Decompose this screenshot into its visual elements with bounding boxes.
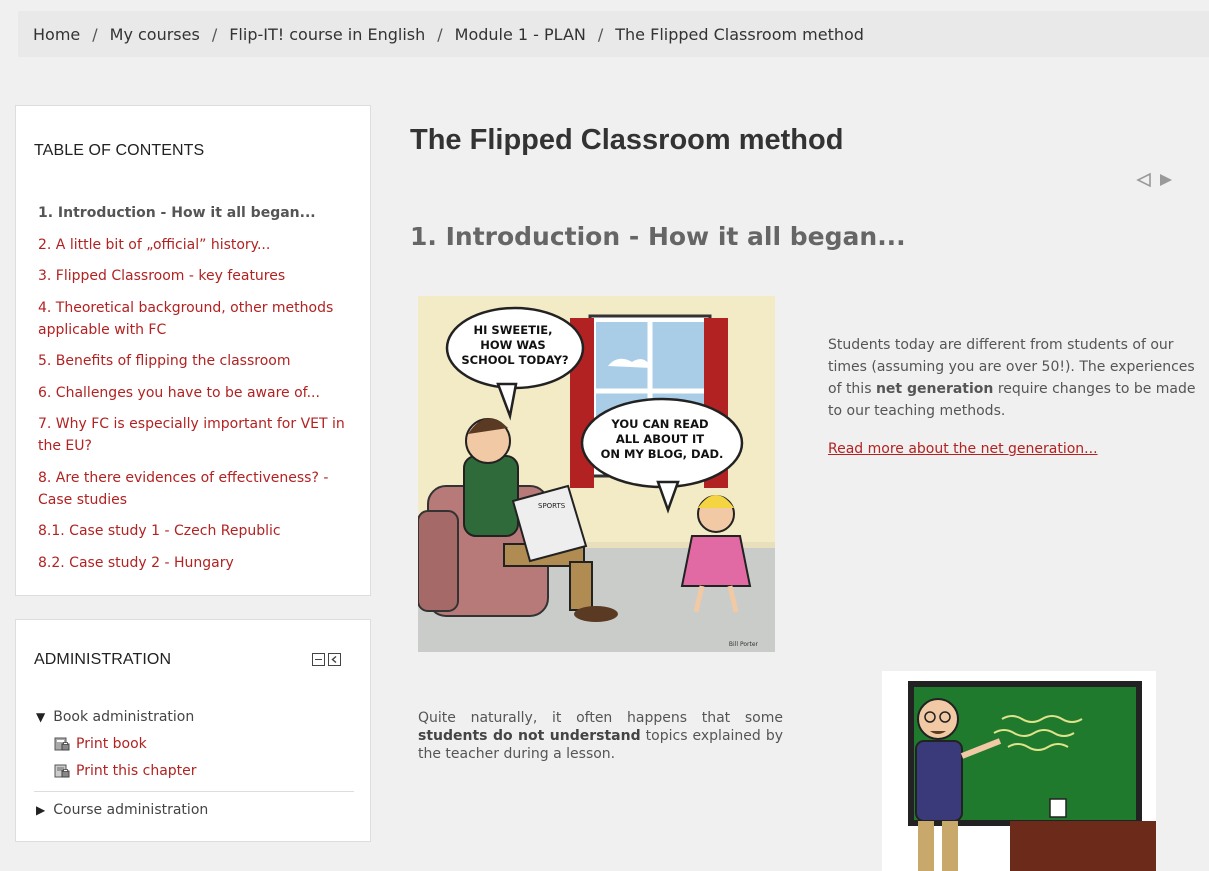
toc-item: 2. A little bit of „official” history... <box>38 234 358 256</box>
intro-text-bold: net generation <box>875 381 994 397</box>
bubble1-line1: HI SWEETIE, <box>474 323 553 337</box>
breadcrumb-separator: / <box>597 24 604 44</box>
print-chapter-item: Print this chapter <box>54 763 197 779</box>
breadcrumb-module[interactable]: Module 1 - PLAN <box>455 25 586 44</box>
chapter-navigation <box>1136 172 1174 188</box>
toc-item: 6. Challenges you have to be aware of... <box>38 382 358 404</box>
breadcrumb-my-courses[interactable]: My courses <box>110 25 200 44</box>
book-administration-node[interactable]: ▼ Book administration <box>36 709 194 725</box>
breadcrumb-separator: / <box>211 24 218 44</box>
next-arrow-icon[interactable] <box>1158 172 1174 188</box>
chapter-title: 1. Introduction - How it all began... <box>410 222 906 251</box>
toc-item: 8.2. Case study 2 - Hungary <box>38 552 358 574</box>
print-book-icon <box>54 737 70 751</box>
toc-item-active: 1. Introduction - How it all began... <box>38 205 316 221</box>
intro-paragraph: Students today are different from studen… <box>828 334 1209 422</box>
toc-link[interactable]: 8.1. Case study 1 - Czech Republic <box>38 523 281 539</box>
cartoon-teacher-image <box>882 671 1156 871</box>
breadcrumb-separator: / <box>437 24 443 44</box>
print-chapter-icon <box>54 764 70 778</box>
print-book-item: Print book <box>54 736 147 752</box>
toc-item: 8.1. Case study 1 - Czech Republic <box>38 520 358 542</box>
toc-link[interactable]: 6. Challenges you have to be aware of... <box>38 385 320 401</box>
breadcrumb-separator: / <box>92 24 98 44</box>
toc-link[interactable]: 8. Are there evidences of effectiveness?… <box>38 470 328 508</box>
expanded-triangle-icon: ▼ <box>36 710 46 724</box>
toc-link[interactable]: 8.2. Case study 2 - Hungary <box>38 555 234 571</box>
toc-link[interactable]: 2. A little bit of „official” history... <box>38 237 270 253</box>
collapsed-triangle-icon: ▶ <box>36 803 46 817</box>
bubble2-line1: YOU CAN READ <box>610 417 708 431</box>
bubble2-line3: ON MY BLOG, DAD. <box>601 447 724 461</box>
toc-link[interactable]: 5. Benefits of flipping the classroom <box>38 353 291 369</box>
breadcrumb: Home / My courses / Flip-IT! course in E… <box>18 11 1209 57</box>
toc-item: 7. Why FC is especially important for VE… <box>38 413 358 457</box>
breadcrumb-course[interactable]: Flip-IT! course in English <box>229 25 425 44</box>
prev-arrow-icon[interactable] <box>1136 172 1152 188</box>
dock-icon[interactable] <box>328 653 341 666</box>
toc-list: 1. Introduction - How it all began... 2.… <box>38 202 358 583</box>
print-book-link[interactable]: Print book <box>76 736 147 752</box>
breadcrumb-home[interactable]: Home <box>33 25 80 44</box>
toc-item: 5. Benefits of flipping the classroom <box>38 350 358 372</box>
read-more-link[interactable]: Read more about the net generation... <box>828 441 1098 457</box>
artist-signature: Bill Porter <box>729 641 759 648</box>
collapse-icon[interactable] <box>312 653 325 666</box>
cartoon-dad-daughter-image: SPORTS HI SWEETIE, HOW WAS SCHOOL TODAY?… <box>418 296 775 652</box>
second-text-a: Quite naturally, it often happens that s… <box>418 710 783 726</box>
toc-link[interactable]: 3. Flipped Classroom - key features <box>38 268 285 284</box>
toc-block: TABLE OF CONTENTS 1. Introduction - How … <box>15 105 371 596</box>
toc-item: 4. Theoretical background, other methods… <box>38 297 358 341</box>
toc-item: 3. Flipped Classroom - key features <box>38 265 358 287</box>
breadcrumb-current[interactable]: The Flipped Classroom method <box>615 25 864 44</box>
administration-block: ADMINISTRATION ▼ Book administration Pri… <box>15 619 371 842</box>
book-administration-label: Book administration <box>53 709 195 725</box>
print-chapter-link[interactable]: Print this chapter <box>76 763 197 779</box>
divider <box>34 791 354 792</box>
newspaper-text: SPORTS <box>538 502 566 510</box>
toc-item: 8. Are there evidences of effectiveness?… <box>38 467 358 511</box>
course-administration-label: Course administration <box>53 802 209 818</box>
toc-link[interactable]: 7. Why FC is especially important for VE… <box>38 416 345 454</box>
bubble2-line2: ALL ABOUT IT <box>616 432 704 446</box>
bubble1-line3: SCHOOL TODAY? <box>461 353 568 367</box>
second-paragraph: Quite naturally, it often happens that s… <box>418 709 783 763</box>
second-text-bold: students do not understand <box>418 728 641 744</box>
block-controls <box>312 653 341 666</box>
svg-text:YOU CAN READ ALL ABOUT IT: YOU CAN READ ALL ABOUT IT ON MY BLOG, DA… <box>601 417 724 461</box>
toc-title: TABLE OF CONTENTS <box>34 142 205 159</box>
toc-link[interactable]: 4. Theoretical background, other methods… <box>38 300 333 338</box>
page-title: The Flipped Classroom method <box>410 124 844 156</box>
bubble1-line2: HOW WAS <box>480 338 545 352</box>
admin-title: ADMINISTRATION <box>34 651 172 668</box>
course-administration-node[interactable]: ▶ Course administration <box>36 802 208 818</box>
